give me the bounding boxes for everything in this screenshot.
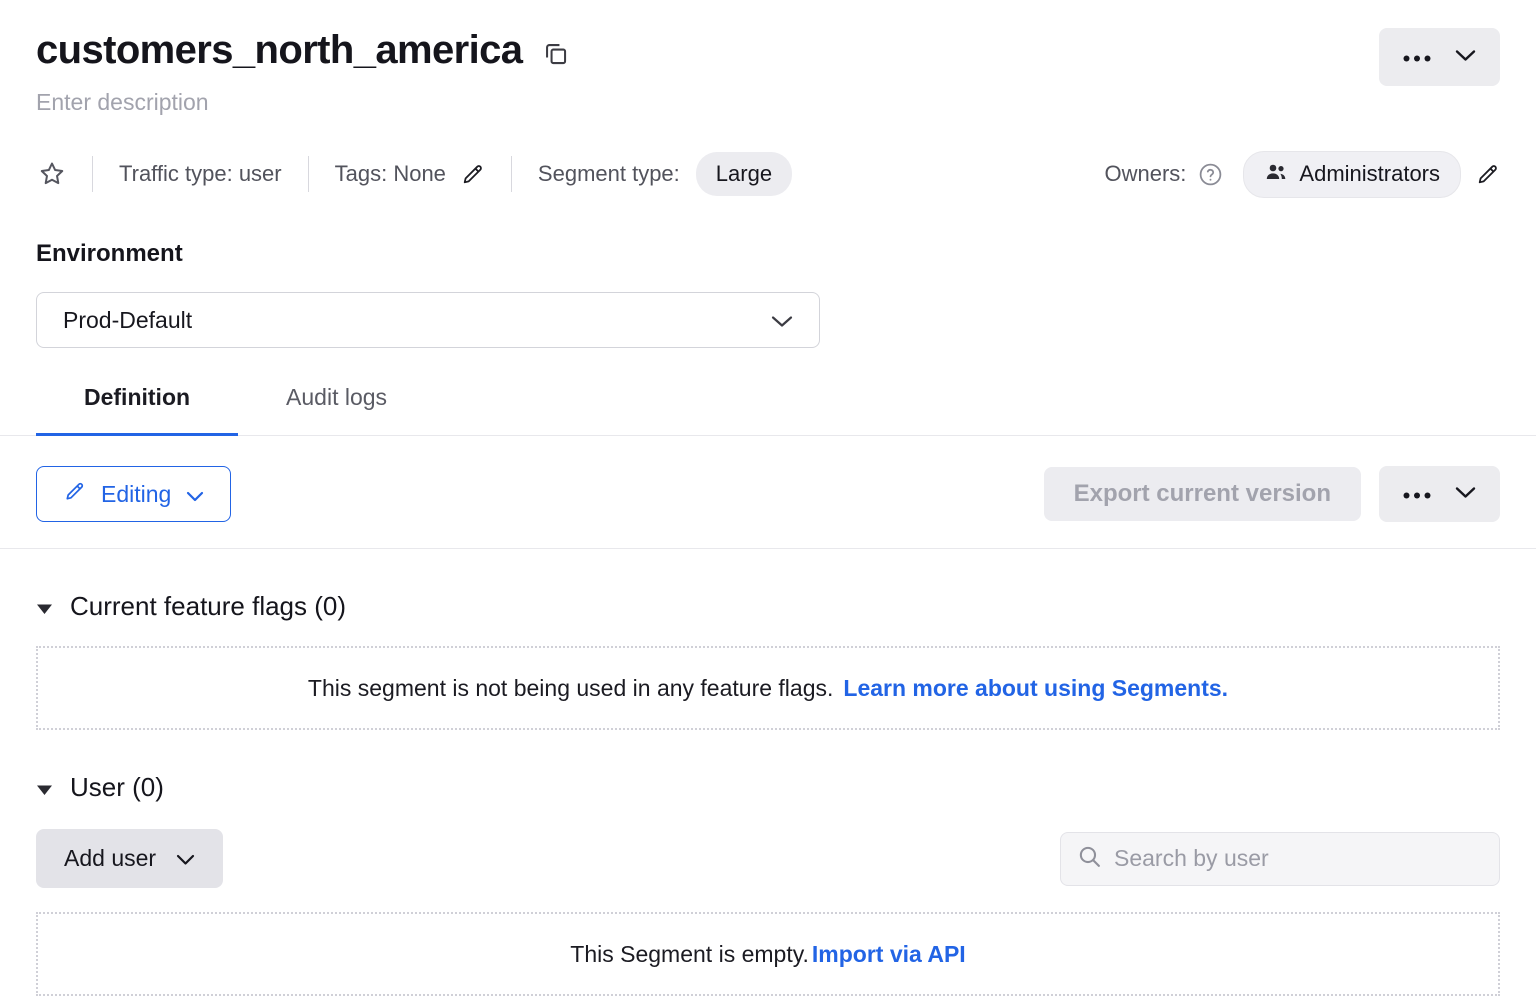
owners-badge[interactable]: Administrators [1243, 151, 1461, 198]
add-user-button[interactable]: Add user [36, 829, 223, 888]
user-heading-label: User (0) [70, 772, 164, 803]
tab-definition[interactable]: Definition [36, 384, 238, 435]
help-icon[interactable] [1198, 162, 1223, 187]
page-header: customers_north_america Enter descriptio… [36, 0, 1500, 116]
chevron-down-icon [771, 307, 793, 334]
environment-label: Environment [36, 240, 1500, 268]
segment-detail-page: customers_north_america Enter descriptio… [0, 0, 1536, 1002]
editing-mode-button[interactable]: Editing [36, 466, 231, 522]
edit-owners-icon[interactable] [1475, 162, 1500, 187]
copy-icon[interactable] [542, 40, 569, 67]
header-more-actions-button[interactable] [1379, 28, 1500, 86]
chevron-down-icon [1455, 486, 1476, 502]
favorite-star-icon[interactable] [38, 160, 66, 188]
meta-divider [511, 156, 512, 192]
tags-label: Tags: None [335, 161, 446, 187]
feature-flags-section: Current feature flags (0) This segment i… [36, 591, 1500, 730]
edit-tags-icon[interactable] [460, 162, 485, 187]
export-version-button[interactable]: Export current version [1044, 467, 1361, 521]
feature-flags-empty-text: This segment is not being used in any fe… [308, 675, 833, 702]
pencil-icon [63, 480, 86, 509]
user-section: User (0) Add user This Segment is [36, 772, 1500, 1002]
header-left: customers_north_america Enter descriptio… [36, 28, 569, 116]
ellipsis-icon [1403, 50, 1431, 65]
owners-label: Owners: [1104, 161, 1186, 187]
user-empty-state: This Segment is empty. Import via API [36, 912, 1500, 996]
definition-toolbar: Editing Export current version [36, 466, 1500, 522]
user-empty-text: This Segment is empty. [570, 941, 809, 968]
user-heading[interactable]: User (0) [36, 772, 1500, 803]
meta-divider [92, 156, 93, 192]
chevron-down-icon [186, 481, 204, 508]
owners-value: Administrators [1299, 161, 1440, 187]
page-title: customers_north_america [36, 28, 522, 73]
import-via-api-link[interactable]: Import via API [812, 941, 966, 968]
chevron-down-icon [1455, 49, 1476, 65]
toolbar-right: Export current version [1044, 466, 1500, 522]
user-search [1060, 832, 1500, 886]
definition-more-actions-button[interactable] [1379, 466, 1500, 522]
search-icon [1077, 844, 1102, 874]
learn-more-segments-link[interactable]: Learn more about using Segments. [843, 675, 1228, 702]
search-by-user-input[interactable] [1114, 845, 1483, 872]
segment-type-label: Segment type: [538, 161, 680, 187]
chevron-down-icon [176, 845, 195, 872]
tab-audit-logs[interactable]: Audit logs [238, 384, 435, 435]
feature-flags-empty-state: This segment is not being used in any fe… [36, 646, 1500, 730]
people-icon [1264, 160, 1288, 189]
segment-meta-row: Traffic type: user Tags: None Segment ty… [36, 152, 1500, 196]
description-placeholder[interactable]: Enter description [36, 89, 569, 116]
caret-down-icon [36, 772, 53, 803]
ellipsis-icon [1403, 487, 1431, 502]
toolbar-divider [0, 548, 1536, 549]
feature-flags-heading-label: Current feature flags (0) [70, 591, 346, 622]
environment-select[interactable]: Prod-Default [36, 292, 820, 348]
feature-flags-heading[interactable]: Current feature flags (0) [36, 591, 1500, 622]
user-toolbar: Add user [36, 829, 1500, 888]
caret-down-icon [36, 591, 53, 622]
meta-divider [308, 156, 309, 192]
environment-section: Environment Prod-Default [36, 240, 1500, 348]
tab-bar: Definition Audit logs [36, 384, 1500, 435]
segment-type-badge: Large [696, 152, 792, 196]
add-user-label: Add user [64, 845, 156, 872]
owners-group: Owners: Administrators [1104, 151, 1500, 198]
environment-selected-value: Prod-Default [63, 307, 192, 334]
traffic-type-label: Traffic type: user [119, 161, 282, 187]
editing-label: Editing [101, 481, 171, 508]
